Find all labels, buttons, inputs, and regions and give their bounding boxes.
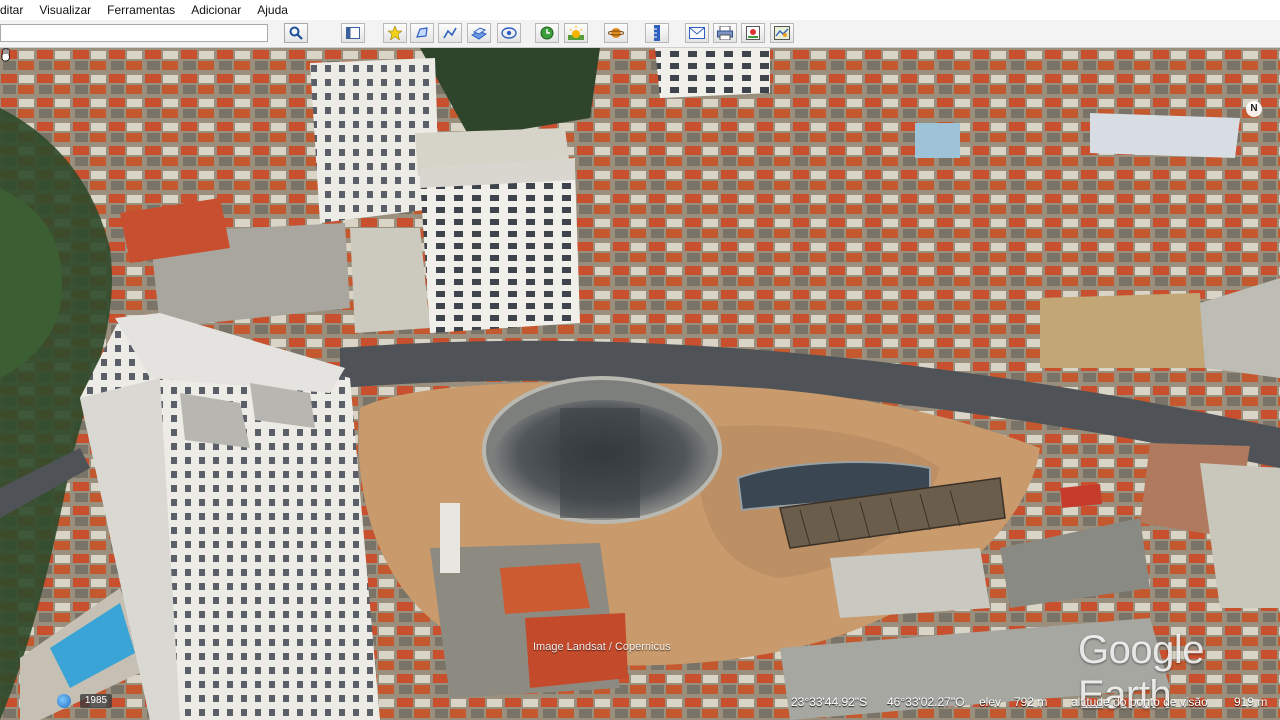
aerial-imagery [0, 48, 1280, 720]
elevation-value: 792 m [1014, 695, 1048, 709]
polygon-icon [416, 27, 428, 38]
placemark-icon [388, 26, 402, 40]
search-icon [289, 26, 303, 40]
sidebar-toggle-button[interactable] [341, 23, 365, 43]
ruler-button[interactable] [645, 23, 669, 43]
save-image-icon [746, 26, 760, 40]
toolbar [0, 20, 1280, 48]
print-icon [717, 26, 733, 40]
sun-icon [568, 26, 584, 40]
historical-imagery-button[interactable] [535, 23, 559, 43]
add-polygon-button[interactable] [410, 23, 434, 43]
record-tour-icon [501, 27, 517, 39]
compass-icon[interactable]: N [1246, 101, 1262, 117]
menu-add[interactable]: Adicionar [183, 0, 249, 20]
search-input[interactable] [0, 24, 268, 42]
menu-bar: ditar Visualizar Ferramentas Adicionar A… [0, 0, 1280, 20]
sidebar-toggle-icon [346, 27, 360, 39]
menu-tools[interactable]: Ferramentas [99, 0, 183, 20]
historical-imagery-icon [540, 26, 554, 40]
image-overlay-button[interactable] [467, 23, 491, 43]
hand-cursor-icon [1, 48, 10, 62]
status-bar: 23°33'44.92"S 46°33'02.27"O elev 792 m a… [0, 692, 1280, 712]
view-in-maps-icon [774, 26, 790, 40]
save-image-button[interactable] [741, 23, 765, 43]
search-button[interactable] [284, 23, 308, 43]
menu-view[interactable]: Visualizar [31, 0, 99, 20]
latitude-readout: 23°33'44.92"S [791, 695, 868, 709]
ruler-icon [654, 25, 660, 41]
menu-help[interactable]: Ajuda [249, 0, 296, 20]
email-button[interactable] [685, 23, 709, 43]
path-icon [443, 27, 457, 39]
imagery-attribution: Image Landsat / Copernicus [533, 641, 671, 653]
eye-altitude-value: 919 m [1234, 695, 1268, 709]
longitude-readout: 46°33'02.27"O [887, 695, 965, 709]
elevation-label: elev [979, 695, 1002, 709]
menu-edit[interactable]: ditar [0, 0, 31, 20]
print-button[interactable] [713, 23, 737, 43]
email-icon [689, 27, 705, 39]
image-overlay-icon [471, 27, 487, 40]
sun-button[interactable] [564, 23, 588, 43]
add-path-button[interactable] [438, 23, 462, 43]
switch-planet-button[interactable] [604, 23, 628, 43]
planets-icon [608, 28, 624, 38]
view-in-maps-button[interactable] [770, 23, 794, 43]
eye-altitude-label: altitude do ponto de visão [1071, 695, 1208, 709]
map-viewport[interactable]: N [0, 48, 1280, 720]
record-tour-button[interactable] [497, 23, 521, 43]
add-placemark-button[interactable] [383, 23, 407, 43]
